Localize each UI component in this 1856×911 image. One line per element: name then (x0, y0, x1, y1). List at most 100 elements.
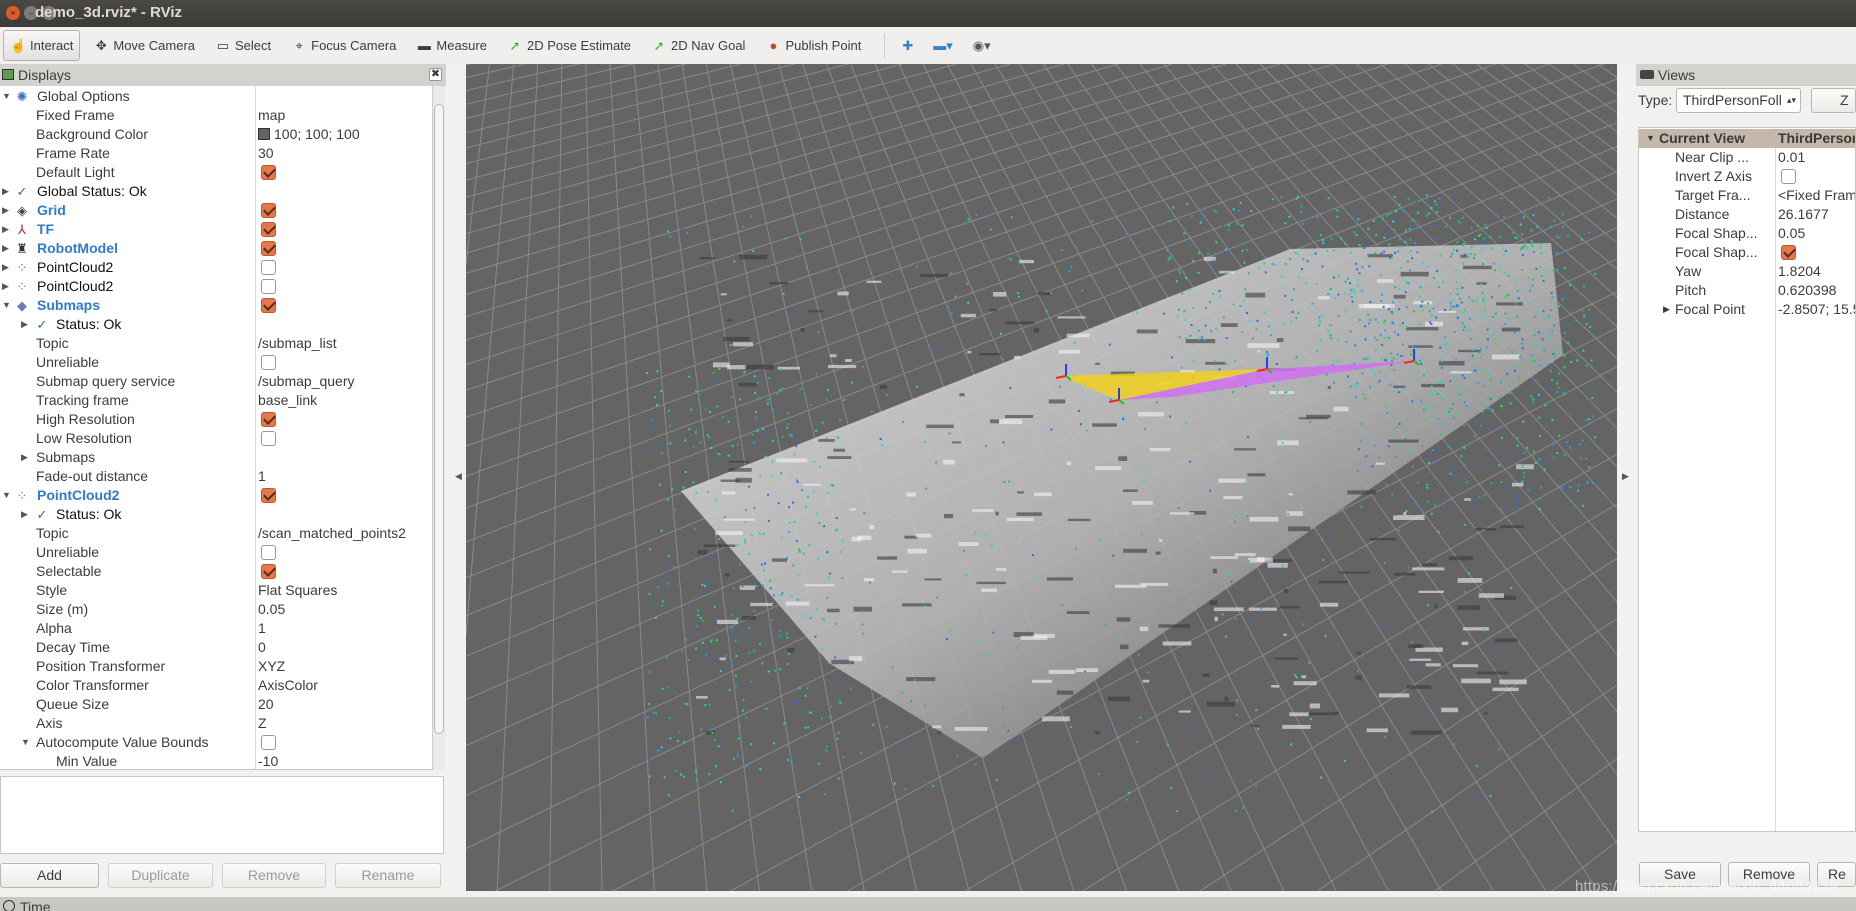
tree-row[interactable]: Unreliable (0, 543, 432, 562)
tree-row[interactable]: ▼ Autocompute Value Bounds (0, 733, 432, 752)
view-property-row[interactable]: Target Fra... <Fixed Fram (1639, 186, 1855, 205)
view-property-row[interactable]: Near Clip ... 0.01 (1639, 148, 1855, 167)
checkbox[interactable] (261, 735, 276, 750)
3d-render-viewport[interactable] (466, 64, 1617, 891)
expanded-arrow-icon[interactable]: ▼ (2, 87, 11, 106)
view-property-row[interactable]: Distance 26.1677 (1639, 205, 1855, 224)
view-property-row[interactable]: Pitch 0.620398 (1639, 281, 1855, 300)
checkbox[interactable] (1781, 245, 1796, 260)
tree-row[interactable]: Decay Time 0 (0, 638, 432, 657)
tool-2d-nav-goal[interactable]: ➚ 2D Nav Goal (644, 30, 752, 61)
expanded-arrow-icon[interactable]: ▼ (2, 486, 11, 505)
tree-row[interactable]: ▼ ✺ Global Options (0, 87, 432, 106)
tree-row[interactable]: Size (m) 0.05 (0, 600, 432, 619)
tree-row[interactable]: ▶ ✓ Status: Ok (0, 505, 432, 524)
tool-2d-pose-estimate[interactable]: ➚ 2D Pose Estimate (500, 30, 638, 61)
tool-select[interactable]: ▭ Select (208, 30, 278, 61)
tree-row[interactable]: Topic/scan_matched_points2 (0, 524, 432, 543)
color-swatch[interactable] (258, 128, 270, 140)
view-property-row[interactable]: Focal Shap... 0.05 (1639, 224, 1855, 243)
tree-row[interactable]: ▶ ✓ Global Status: Ok (0, 182, 432, 201)
tool-move-camera[interactable]: ✥ Move Camera (86, 30, 202, 61)
tree-row[interactable]: Fixed Frame map (0, 106, 432, 125)
view-property-row[interactable]: ▶ Focal Point -2.8507; 15.5 (1639, 300, 1855, 319)
minus-dropdown-icon[interactable]: ▬▾ (926, 30, 960, 61)
collapsed-arrow-icon[interactable]: ▶ (2, 277, 9, 296)
displays-scrollbar[interactable] (432, 86, 445, 770)
tree-row[interactable]: Unreliable (0, 353, 432, 372)
checkbox[interactable] (261, 241, 276, 256)
expanded-arrow-icon[interactable]: ▼ (2, 296, 11, 315)
checkbox[interactable] (261, 222, 276, 237)
add-button[interactable]: Add (0, 863, 99, 888)
view-property-row[interactable]: Yaw 1.8204 (1639, 262, 1855, 281)
tree-row[interactable]: Style Flat Squares (0, 581, 432, 600)
collapsed-arrow-icon[interactable]: ▶ (2, 220, 9, 239)
tree-row[interactable]: ▶ ⁘ PointCloud2 (0, 258, 432, 277)
rename-button[interactable]: Rename (335, 863, 441, 888)
view-property-row[interactable]: Invert Z Axis (1639, 167, 1855, 186)
tree-row[interactable]: Background Color 100; 100; 100 (0, 125, 432, 144)
duplicate-button[interactable]: Duplicate (108, 863, 213, 888)
current-view-row[interactable]: ▼ Current View ThirdPerson (1639, 129, 1855, 148)
tree-row[interactable]: ▶ ⅄ TF (0, 220, 432, 239)
checkbox[interactable] (261, 431, 276, 446)
collapsed-arrow-icon[interactable]: ▶ (1663, 300, 1670, 319)
tree-row[interactable]: Fade-out distance 1 (0, 467, 432, 486)
collapse-right-arrow-icon[interactable]: ▶ (1622, 471, 1629, 482)
zero-button[interactable]: Z (1811, 88, 1856, 113)
close-window-icon[interactable]: × (6, 6, 20, 20)
tree-row[interactable]: Selectable (0, 562, 432, 581)
checkbox[interactable] (261, 412, 276, 427)
tree-row[interactable]: ▶ Submaps (0, 448, 432, 467)
tree-row[interactable]: ▶ ✓ Status: Ok (0, 315, 432, 334)
tree-row[interactable]: Topic/submap_list (0, 334, 432, 353)
checkbox[interactable] (261, 298, 276, 313)
plus-icon[interactable]: ✚ (895, 30, 920, 61)
tree-row[interactable]: Default Light (0, 163, 432, 182)
tree-row[interactable]: ▶ ◈ Grid (0, 201, 432, 220)
tree-row[interactable]: Low Resolution (0, 429, 432, 448)
view-type-select[interactable]: ThirdPersonFoll ▴▾ (1676, 88, 1801, 113)
displays-tree[interactable]: ▼ ✺ Global Options Fixed Frame map Background… (0, 86, 432, 770)
tree-row[interactable]: ▼ ◆ Submaps (0, 296, 432, 315)
checkbox[interactable] (261, 203, 276, 218)
tree-row[interactable]: Axis Z (0, 714, 432, 733)
tree-row[interactable]: Alpha 1 (0, 619, 432, 638)
tree-row[interactable]: Frame Rate 30 (0, 144, 432, 163)
expanded-arrow-icon[interactable]: ▼ (1646, 129, 1655, 148)
checkbox[interactable] (261, 564, 276, 579)
tree-row[interactable]: Min Value -10 (0, 752, 432, 769)
tree-row[interactable]: Position Transformer XYZ (0, 657, 432, 676)
checkbox[interactable] (261, 260, 276, 275)
tree-row[interactable]: Color Transformer AxisColor (0, 676, 432, 695)
collapsed-arrow-icon[interactable]: ▶ (2, 239, 9, 258)
collapsed-arrow-icon[interactable]: ▶ (2, 201, 9, 220)
tree-row[interactable]: High Resolution (0, 410, 432, 429)
tree-row[interactable]: ▶ ⁘ PointCloud2 (0, 277, 432, 296)
tree-row[interactable]: ▶ ♜ RobotModel (0, 239, 432, 258)
tool-publish-point[interactable]: ● Publish Point (758, 30, 868, 61)
tree-row[interactable]: Submap query service/submap_query (0, 372, 432, 391)
tree-row[interactable]: Queue Size 20 (0, 695, 432, 714)
expanded-arrow-icon[interactable]: ▼ (21, 733, 30, 752)
eye-dropdown-icon[interactable]: ◉▾ (966, 30, 998, 61)
checkbox[interactable] (261, 488, 276, 503)
view-property-row[interactable]: Focal Shap... (1639, 243, 1855, 262)
tool-measure[interactable]: ▬ Measure (409, 30, 494, 61)
collapsed-arrow-icon[interactable]: ▶ (21, 315, 28, 334)
checkbox[interactable] (261, 355, 276, 370)
tool-focus-camera[interactable]: ⌖ Focus Camera (284, 30, 403, 61)
checkbox[interactable] (261, 279, 276, 294)
tool-interact[interactable]: ☝ Interact (3, 30, 81, 61)
checkbox[interactable] (1781, 169, 1796, 184)
views-tree[interactable]: ▼ Current View ThirdPerson Near Clip ... 0.0… (1638, 127, 1856, 832)
checkbox[interactable] (261, 545, 276, 560)
collapsed-arrow-icon[interactable]: ▶ (21, 505, 28, 524)
tree-row[interactable]: ▼ ⁘ PointCloud2 (0, 486, 432, 505)
collapse-left-arrow-icon[interactable]: ◀ (455, 471, 462, 482)
collapsed-arrow-icon[interactable]: ▶ (21, 448, 28, 467)
collapsed-arrow-icon[interactable]: ▶ (2, 182, 9, 201)
checkbox[interactable] (261, 165, 276, 180)
collapsed-arrow-icon[interactable]: ▶ (2, 258, 9, 277)
